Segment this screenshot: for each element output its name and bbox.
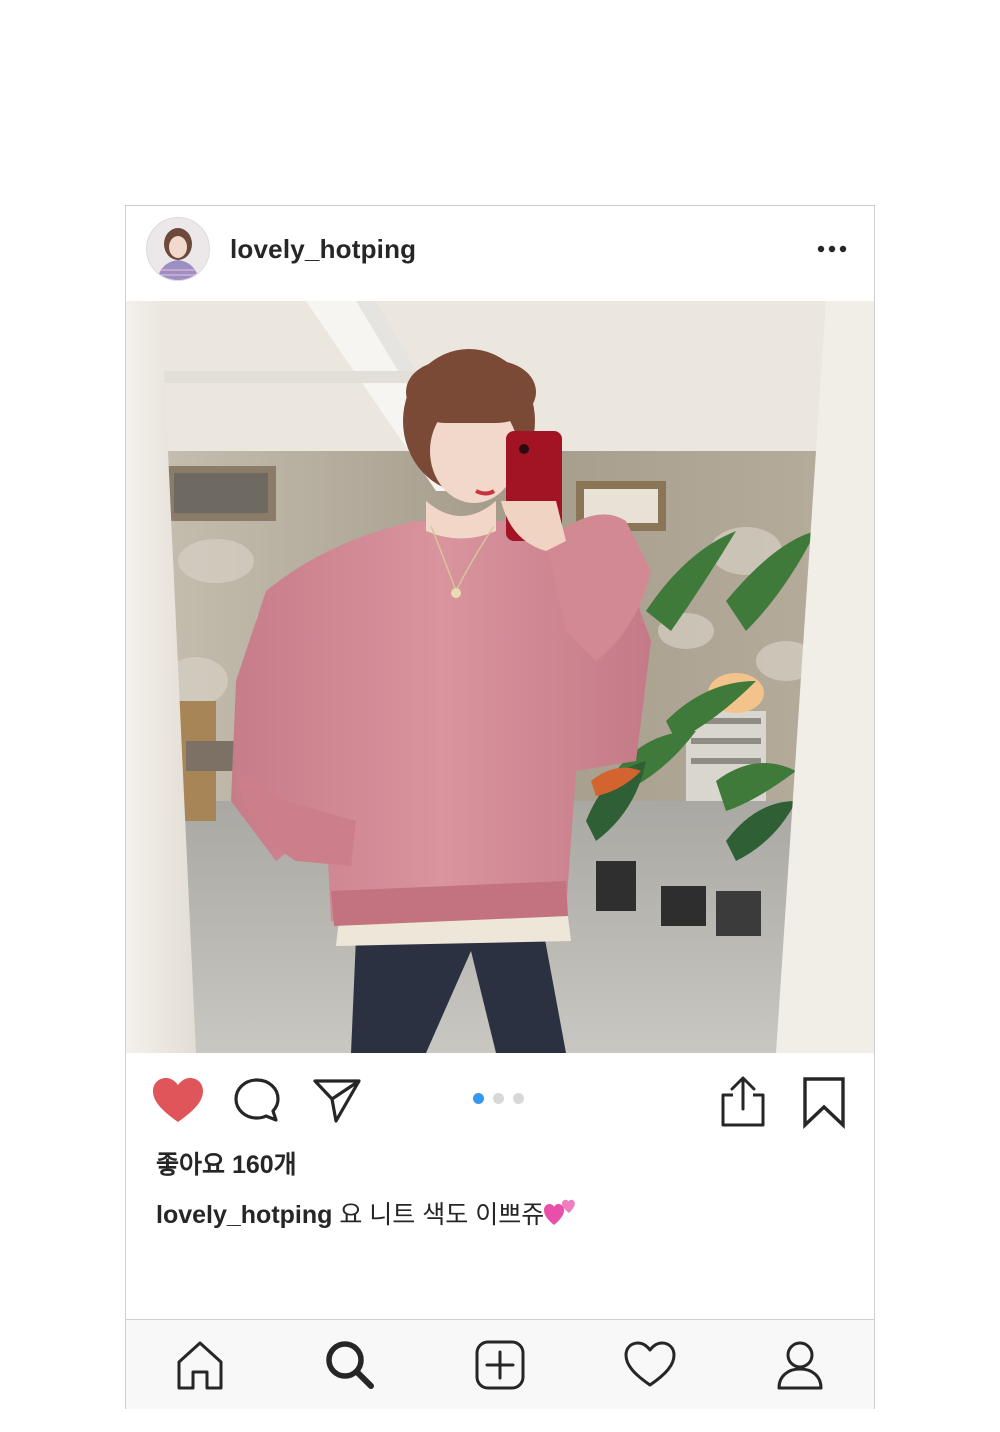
post-card: lovely_hotping 좋아요 160개 lovely_hotping 요… (125, 205, 875, 1409)
two-hearts-icon (544, 1197, 578, 1227)
avatar[interactable] (146, 217, 210, 281)
bottom-tab-bar (126, 1319, 874, 1409)
carousel-dot (513, 1093, 524, 1104)
caption: lovely_hotping 요 니트 색도 이쁘쥬 (156, 1197, 578, 1231)
carousel-dot-active (473, 1093, 484, 1104)
action-bar (126, 1053, 874, 1153)
upload-share-icon[interactable] (719, 1075, 767, 1129)
like-heart-icon[interactable] (151, 1076, 205, 1126)
bookmark-icon[interactable] (800, 1075, 848, 1129)
avatar-image (147, 218, 209, 280)
post-photo[interactable] (126, 301, 874, 1053)
more-options-icon[interactable] (812, 234, 852, 264)
likes-count[interactable]: 좋아요 160개 (156, 1149, 297, 1181)
caption-username[interactable]: lovely_hotping (156, 1201, 332, 1229)
new-post-tab-icon[interactable] (473, 1338, 527, 1392)
activity-heart-tab-icon[interactable] (623, 1338, 677, 1392)
home-tab-icon[interactable] (173, 1338, 227, 1392)
search-tab-icon[interactable] (323, 1338, 377, 1392)
share-direct-icon[interactable] (312, 1077, 362, 1125)
carousel-dot (493, 1093, 504, 1104)
post-username[interactable]: lovely_hotping (230, 233, 416, 265)
mirror-selfie-image (126, 301, 874, 1053)
comment-icon[interactable] (232, 1076, 282, 1126)
post-header: lovely_hotping (126, 206, 874, 301)
caption-text: 요 니트 색도 이쁘쥬 (332, 1201, 545, 1229)
profile-tab-icon[interactable] (773, 1338, 827, 1392)
